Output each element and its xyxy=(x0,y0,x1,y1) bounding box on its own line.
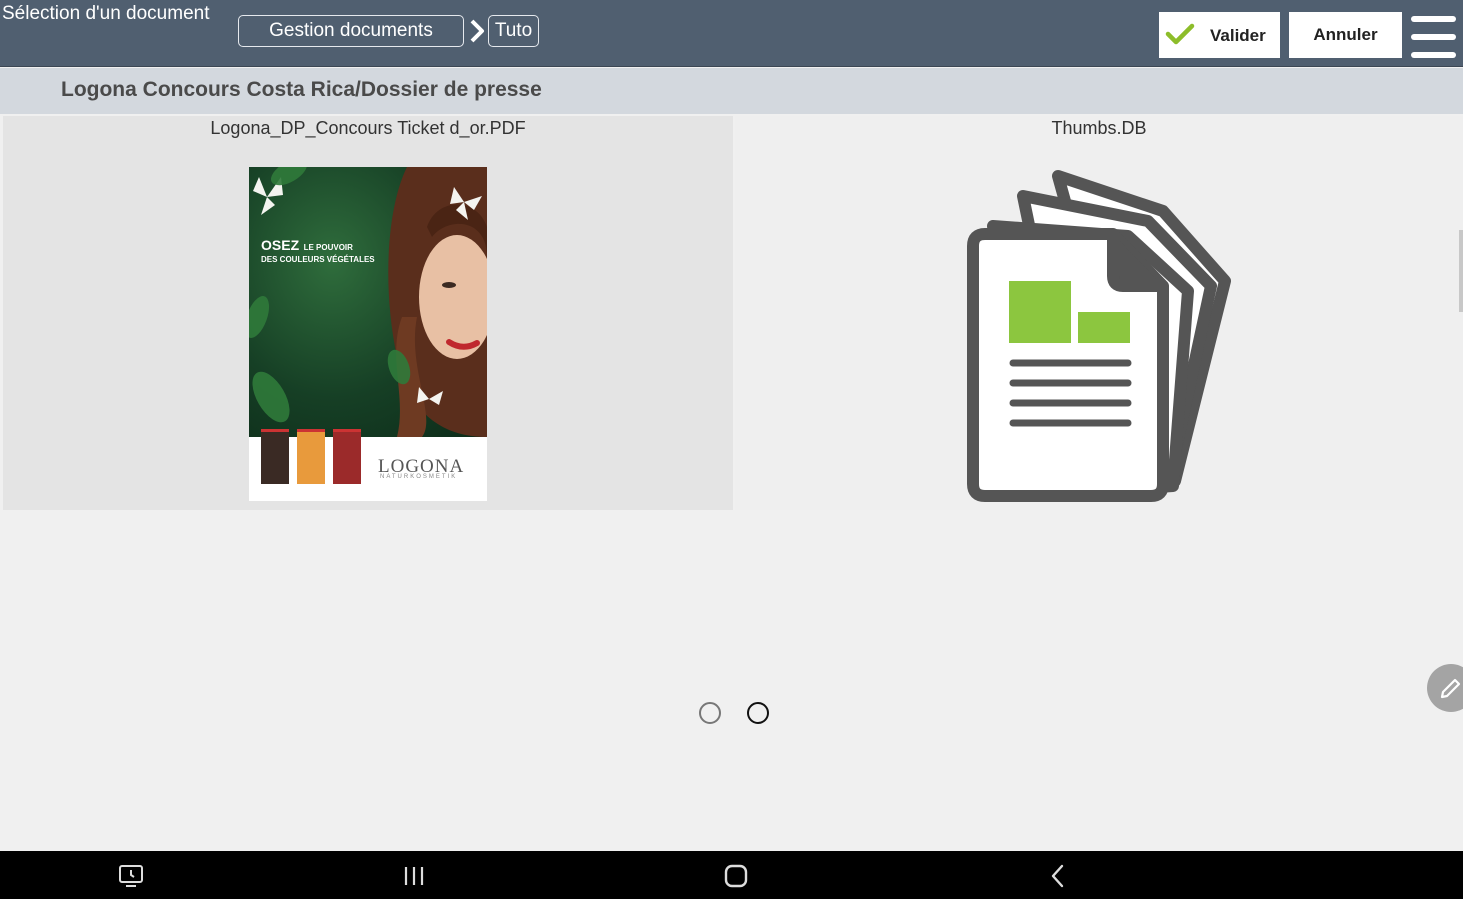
scroll-indicator xyxy=(1459,230,1463,312)
file-name: Thumbs.DB xyxy=(1051,118,1147,138)
logona-logo-sub: NATURKOSMETIK xyxy=(380,474,458,480)
flower-decoration xyxy=(249,167,482,423)
screen-icon[interactable] xyxy=(117,863,145,889)
top-bar: Sélection d'un document Gestion document… xyxy=(0,0,1463,67)
recents-icon[interactable] xyxy=(401,863,429,889)
file-tile-thumbs-db[interactable]: Thumbs.DB xyxy=(735,116,1463,510)
folder-path-bar: Logona Concours Costa Rica/Dossier de pr… xyxy=(0,68,1463,114)
chevron-right-icon xyxy=(470,19,484,43)
generic-document-icon xyxy=(967,170,1231,502)
hamburger-menu-icon[interactable] xyxy=(1411,16,1457,58)
page-title: Sélection d'un document xyxy=(2,3,210,24)
folder-path: Logona Concours Costa Rica/Dossier de pr… xyxy=(61,78,542,101)
thumbnail-headline: OSEZ LE POUVOIR xyxy=(261,237,353,253)
system-navigation-bar xyxy=(0,851,1463,899)
pdf-thumbnail: OSEZ LE POUVOIR DES COULEURS VÉGÉTALES L… xyxy=(249,167,487,501)
home-icon[interactable] xyxy=(722,863,750,889)
file-name: Logona_DP_Concours Ticket d_or.PDF xyxy=(210,118,526,138)
valider-label: Valider xyxy=(1210,26,1266,45)
breadcrumb-gestion-documents[interactable]: Gestion documents xyxy=(238,15,464,47)
back-icon[interactable] xyxy=(1044,863,1072,889)
check-icon xyxy=(1165,23,1195,45)
annuler-button[interactable]: Annuler xyxy=(1289,12,1402,58)
breadcrumb-tuto[interactable]: Tuto xyxy=(488,15,539,47)
thumbnail-subheadline: DES COULEURS VÉGÉTALES xyxy=(261,255,375,264)
file-tile-pdf[interactable]: Logona_DP_Concours Ticket d_or.PDF OSEZ … xyxy=(3,116,733,510)
pencil-icon xyxy=(1440,678,1461,699)
valider-button[interactable]: Valider xyxy=(1159,12,1280,58)
page-indicator-1[interactable] xyxy=(699,702,721,724)
edit-button[interactable] xyxy=(1427,664,1463,712)
page-indicator-2[interactable] xyxy=(747,702,769,724)
